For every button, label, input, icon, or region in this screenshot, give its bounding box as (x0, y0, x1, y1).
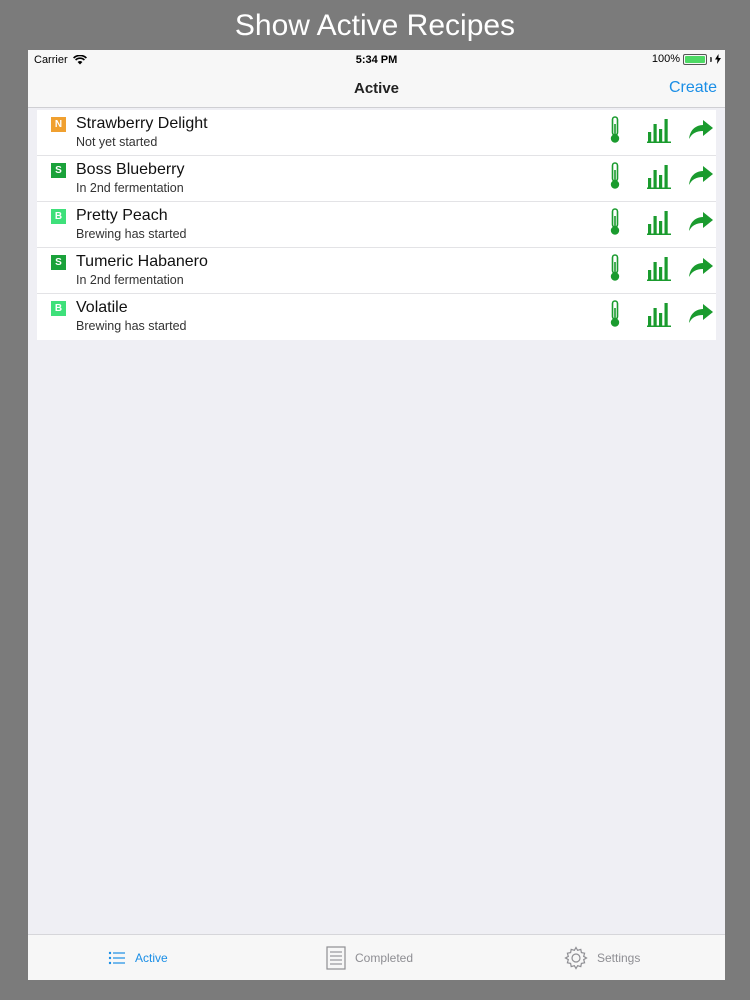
gear-icon (564, 946, 588, 970)
battery-icon (683, 53, 707, 65)
recipe-status-badge: B (51, 209, 66, 224)
list-icon (108, 951, 125, 965)
share-arrow-icon (688, 165, 714, 192)
bar-chart-icon (647, 301, 671, 332)
tab-completed[interactable]: Completed (326, 935, 413, 980)
recipe-status-badge: S (51, 255, 66, 270)
battery-tip (710, 56, 712, 62)
recipe-row[interactable]: S Tumeric Habanero In 2nd fermentation (37, 248, 716, 294)
stats-button[interactable] (644, 163, 674, 193)
screenshot-caption: Show Active Recipes (234, 9, 516, 42)
tab-active[interactable]: Active (108, 935, 168, 980)
bar-chart-icon (647, 255, 671, 286)
recipe-row[interactable]: S Boss Blueberry In 2nd fermentation (37, 156, 716, 202)
status-bar: Carrier 5:34 PM 100% (28, 50, 725, 70)
thermometer-icon (608, 207, 622, 241)
temperature-button[interactable] (600, 253, 630, 287)
ipad-screen: Carrier 5:34 PM 100% Active Create N Str… (28, 50, 725, 980)
share-arrow-icon (688, 257, 714, 284)
recipe-status: Brewing has started (76, 319, 187, 333)
share-button[interactable] (686, 255, 716, 285)
recipe-name: Strawberry Delight (76, 115, 208, 132)
battery-percent: 100% (651, 53, 680, 65)
share-arrow-icon (688, 119, 714, 146)
recipe-status-badge: N (51, 117, 66, 132)
recipe-row[interactable]: B Volatile Brewing has started (37, 294, 716, 340)
recipe-status: In 2nd fermentation (76, 273, 184, 287)
tab-bar: Active Completed Settings (28, 934, 725, 980)
share-button[interactable] (686, 209, 716, 239)
bar-chart-icon (647, 163, 671, 194)
temperature-button[interactable] (600, 299, 630, 333)
recipe-status-badge: B (51, 301, 66, 316)
tab-settings[interactable]: Settings (564, 935, 640, 980)
thermometer-icon (608, 161, 622, 195)
thermometer-icon (608, 299, 622, 333)
recipe-list: N Strawberry Delight Not yet started S B… (37, 110, 716, 340)
share-button[interactable] (686, 301, 716, 331)
stats-button[interactable] (644, 209, 674, 239)
recipe-name: Volatile (76, 299, 128, 316)
share-button[interactable] (686, 163, 716, 193)
stats-button[interactable] (644, 301, 674, 331)
tab-settings-label: Settings (597, 951, 641, 965)
recipe-status: In 2nd fermentation (76, 181, 184, 195)
temperature-button[interactable] (600, 207, 630, 241)
recipe-name: Pretty Peach (76, 207, 168, 224)
recipe-row[interactable]: N Strawberry Delight Not yet started (37, 110, 716, 156)
create-button[interactable]: Create (669, 79, 717, 97)
recipe-status: Brewing has started (76, 227, 187, 241)
tab-completed-label: Completed (355, 951, 414, 965)
thermometer-icon (608, 253, 622, 287)
bar-chart-icon (647, 209, 671, 240)
document-list-icon (326, 946, 346, 970)
navigation-bar: Active Create (28, 70, 725, 108)
status-time: 5:34 PM (355, 54, 398, 66)
status-right: 100% (652, 53, 721, 65)
charging-bolt-icon (715, 54, 721, 64)
thermometer-icon (608, 115, 622, 149)
recipe-name: Tumeric Habanero (76, 253, 208, 270)
bar-chart-icon (647, 117, 671, 148)
share-button[interactable] (686, 117, 716, 147)
share-arrow-icon (688, 303, 714, 330)
recipe-name: Boss Blueberry (76, 161, 185, 178)
tab-active-label: Active (135, 951, 168, 965)
stats-button[interactable] (644, 117, 674, 147)
temperature-button[interactable] (600, 161, 630, 195)
recipe-row[interactable]: B Pretty Peach Brewing has started (37, 202, 716, 248)
recipe-status: Not yet started (76, 135, 158, 149)
recipe-status-badge: S (51, 163, 66, 178)
stats-button[interactable] (644, 255, 674, 285)
share-arrow-icon (688, 211, 714, 238)
temperature-button[interactable] (600, 115, 630, 149)
page-title: Active (353, 80, 400, 97)
